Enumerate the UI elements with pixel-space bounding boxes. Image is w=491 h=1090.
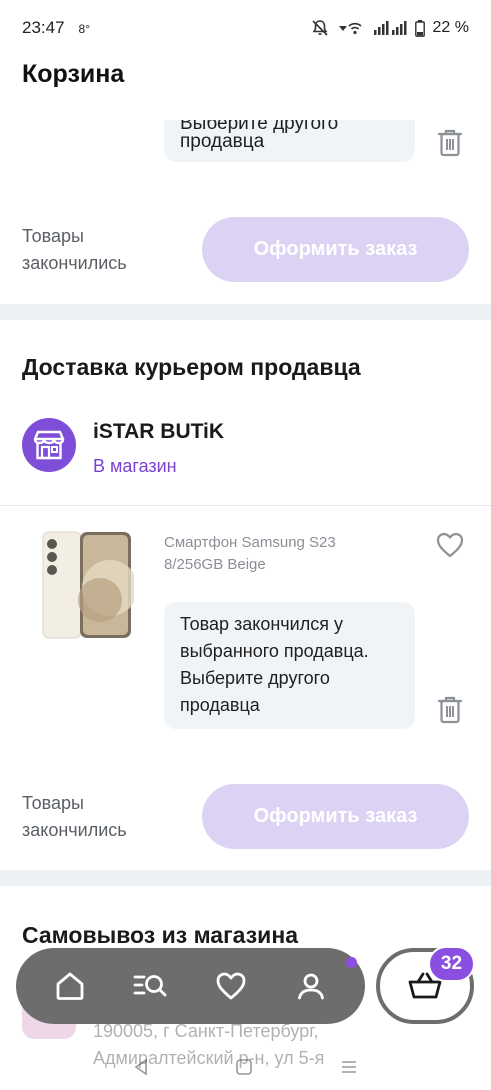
battery-icon: [414, 19, 425, 37]
cart-count-badge: 32: [428, 946, 475, 982]
heart-icon: [216, 972, 246, 1000]
recents-icon[interactable]: [340, 1059, 358, 1080]
shop-name: iSTAR BUTiK: [93, 420, 225, 443]
section-separator: [0, 870, 491, 886]
notification-dot: [346, 957, 357, 968]
trash-icon: [437, 129, 463, 157]
bottom-navigation: [16, 948, 365, 1024]
profile-icon: [297, 973, 324, 1000]
nav-favorites[interactable]: [209, 964, 253, 1008]
signal-icon: [373, 20, 407, 36]
divider: [0, 505, 491, 506]
product-image[interactable]: [40, 530, 138, 642]
system-navigation: [0, 1048, 491, 1090]
stock-message-bubble: Выберите другого продавца: [164, 120, 415, 162]
favorite-button[interactable]: [436, 532, 464, 558]
section-separator: [0, 304, 491, 320]
nav-profile[interactable]: [289, 964, 333, 1008]
wifi-icon: [337, 20, 365, 36]
delete-item-button[interactable]: [436, 695, 464, 725]
section-title-pickup: Самовывоз из магазина: [22, 922, 298, 948]
status-temperature: 8°: [78, 22, 91, 36]
status-bar: 23:47 8° 22 %: [0, 0, 491, 56]
back-icon[interactable]: [133, 1057, 149, 1081]
place-order-button[interactable]: Оформить заказ: [202, 784, 469, 849]
battery-level: 22 %: [432, 19, 469, 36]
product-name[interactable]: Смартфон Samsung S23 8/256GB Beige: [164, 532, 384, 576]
status-time: 23:47: [22, 18, 65, 37]
page-title: Корзина: [22, 60, 125, 88]
shop-avatar[interactable]: [22, 418, 76, 472]
delete-item-button[interactable]: [436, 128, 464, 158]
catalog-search-icon: [133, 975, 167, 997]
heart-outline-icon: [436, 532, 464, 558]
nav-home[interactable]: [48, 964, 92, 1008]
trash-icon: [437, 696, 463, 724]
home-icon: [56, 972, 84, 1000]
place-order-button[interactable]: Оформить заказ: [202, 217, 469, 282]
nav-catalog[interactable]: [128, 964, 172, 1008]
go-to-shop-link[interactable]: В магазин: [93, 456, 177, 477]
stock-message-partial: Выберите другого: [180, 120, 339, 134]
storefront-icon: [33, 430, 65, 460]
sold-out-status: Товары закончились: [22, 226, 127, 273]
section-title-courier: Доставка курьером продавца: [22, 354, 361, 380]
stock-message-bubble: Товар закончился у выбранного продавца. …: [164, 602, 415, 729]
mute-icon: [311, 19, 329, 37]
sold-out-status: Товары закончились: [22, 793, 127, 840]
home-circle-icon[interactable]: [235, 1058, 253, 1081]
